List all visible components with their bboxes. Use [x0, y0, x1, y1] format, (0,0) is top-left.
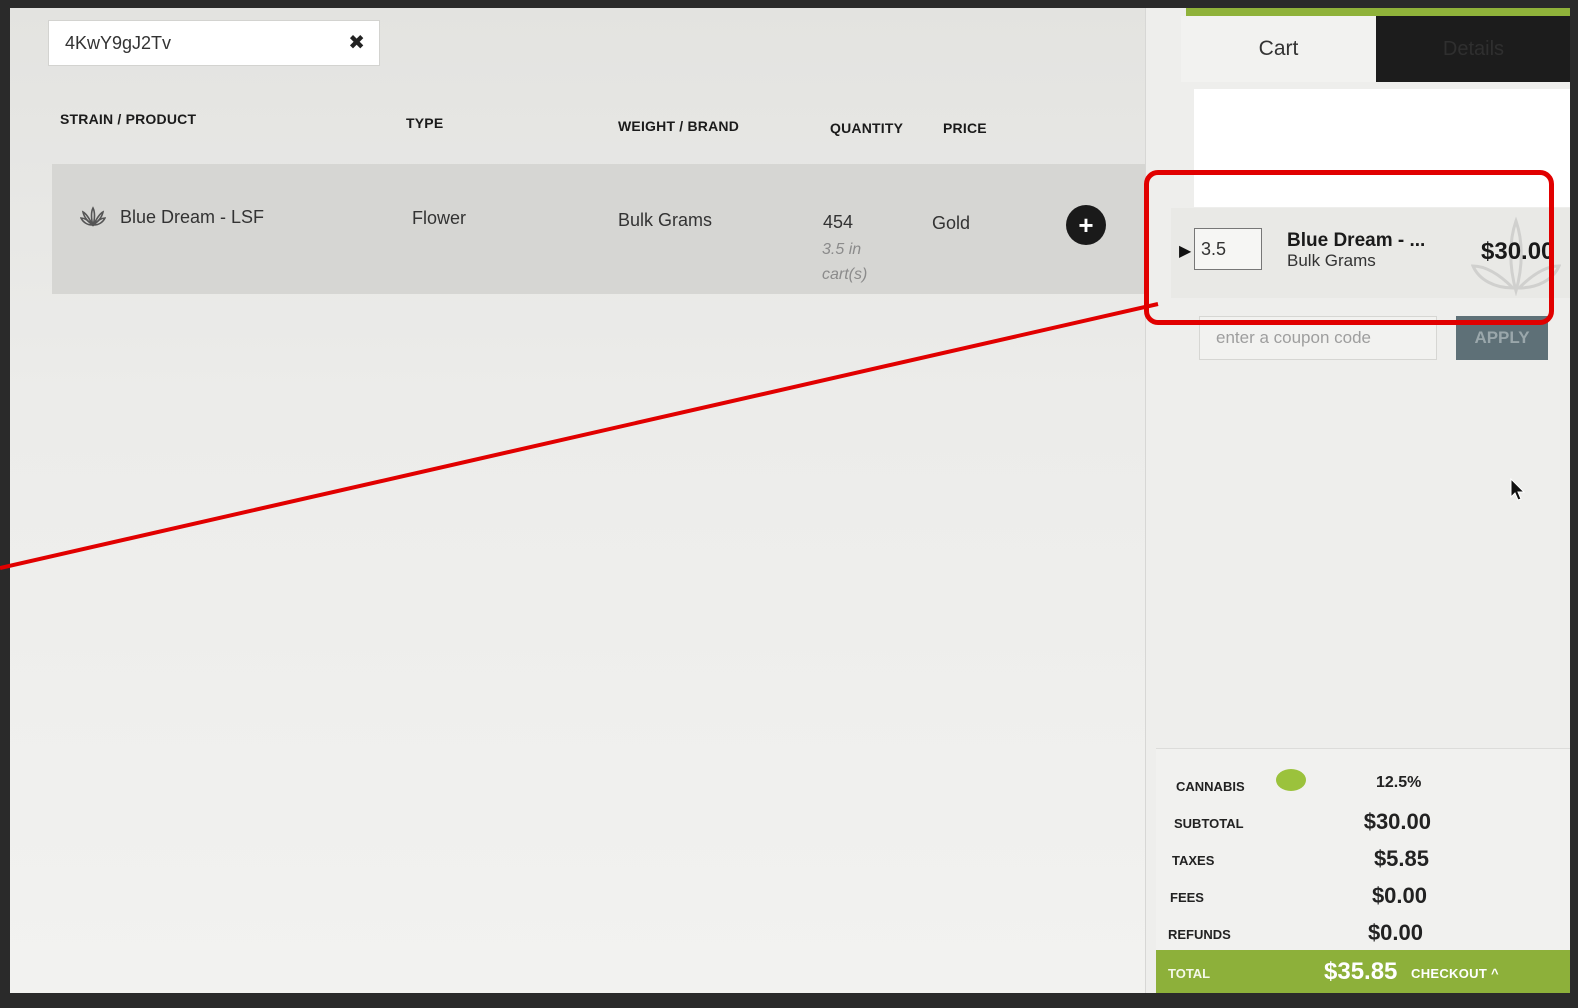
product-price: Gold — [932, 213, 971, 233]
table-row[interactable] — [52, 164, 1158, 294]
total-value: $35.85 — [1324, 958, 1398, 985]
clear-icon[interactable]: ✖ — [348, 33, 365, 53]
tab-cart[interactable]: Cart — [1181, 16, 1376, 82]
cart-item-price: $30.00 — [1481, 238, 1555, 265]
refunds-value: $0.00 — [1367, 920, 1423, 945]
cart-quantity-input[interactable] — [1194, 228, 1262, 270]
header-type[interactable]: TYPE — [406, 115, 443, 131]
panel-accent-bar — [1186, 8, 1570, 16]
cart-item-brand: Bulk Grams — [1287, 251, 1376, 270]
cannabis-label: CANNABIS — [1176, 779, 1245, 794]
cart-item[interactable]: ▶ Blue Dream - ... Bulk Grams $30.00 — [1171, 208, 1570, 298]
order-summary: CANNABIS 12.5% SUBTOTAL $30.00 TAXES $5.… — [1156, 748, 1570, 993]
cannabis-indicator — [1276, 769, 1306, 791]
fees-value: $0.00 — [1371, 883, 1427, 908]
apply-coupon-button[interactable]: APPLY — [1456, 316, 1548, 360]
coupon-input[interactable] — [1199, 316, 1437, 360]
cursor-icon — [1510, 478, 1526, 501]
total-label: TOTAL — [1168, 966, 1211, 981]
total-bar[interactable]: TOTAL $35.85 CHECKOUT ^ — [1156, 950, 1570, 993]
add-to-cart-button[interactable]: + — [1066, 205, 1106, 245]
header-weight-brand[interactable]: WEIGHT / BRAND — [618, 118, 739, 134]
product-quantity: 454 — [823, 212, 854, 232]
taxes-value: $5.85 — [1373, 846, 1429, 871]
cart-panel: Cart Details ▶ Blue Dream - ... Bulk Gra… — [1145, 8, 1570, 993]
header-strain-product[interactable]: STRAIN / PRODUCT — [60, 111, 196, 127]
product-type: Flower — [412, 208, 467, 228]
header-price[interactable]: PRICE — [943, 120, 987, 136]
in-cart-line1: 3.5 in — [822, 241, 862, 258]
product-weight-brand: Bulk Grams — [618, 210, 713, 230]
screen: ✖ STRAIN / PRODUCT TYPE WEIGHT / BRAND Q… — [10, 8, 1570, 993]
cart-item-name: Blue Dream - ... — [1287, 230, 1426, 251]
caret-right-icon[interactable]: ▶ — [1179, 241, 1191, 261]
search-input[interactable] — [63, 31, 349, 55]
fees-label: FEES — [1170, 890, 1204, 905]
refunds-label: REFUNDS — [1168, 927, 1231, 942]
plus-icon: + — [1078, 209, 1094, 240]
taxes-label: TAXES — [1172, 853, 1215, 868]
search-box[interactable]: ✖ — [48, 20, 380, 66]
cannabis-percent: 12.5% — [1376, 774, 1422, 791]
product-name[interactable]: Blue Dream - LSF — [120, 207, 264, 228]
customer-info-block — [1194, 89, 1570, 207]
header-quantity[interactable]: QUANTITY — [830, 120, 903, 136]
checkout-button[interactable]: CHECKOUT ^ — [1411, 966, 1499, 981]
tab-details[interactable]: Details — [1376, 16, 1570, 82]
subtotal-value: $30.00 — [1363, 809, 1431, 834]
subtotal-label: SUBTOTAL — [1174, 816, 1244, 831]
in-cart-line2: cart(s) — [822, 266, 868, 283]
cannabis-leaf-icon — [80, 206, 106, 227]
